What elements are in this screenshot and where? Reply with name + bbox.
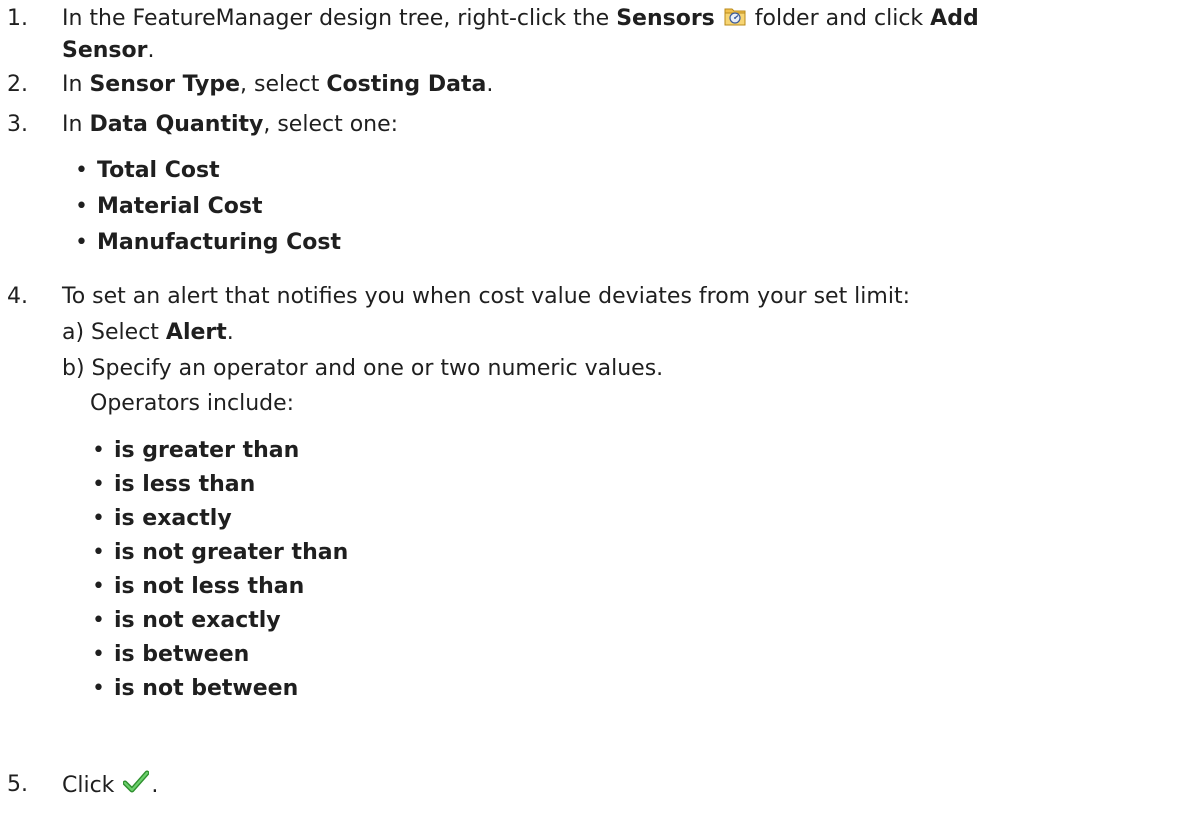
operator-label: is not greater than [114, 540, 349, 565]
operator-label: is not between [114, 676, 299, 701]
ui-term-add: Add [930, 6, 979, 31]
step-text: In the FeatureManager design tree, right… [62, 4, 1191, 66]
operators-label: Operators include: [90, 389, 294, 419]
list-item: • is not greater than [92, 540, 349, 565]
step-number: 2. [7, 72, 28, 97]
substep-b: b) Specify an operator and one or two nu… [62, 354, 663, 384]
checkmark-icon [122, 770, 150, 803]
step-text: Click . [62, 770, 1191, 803]
step-text-part: folder and click [747, 6, 931, 31]
list-item: • is not exactly [92, 608, 281, 633]
step-1: 1. In the FeatureManager design tree, ri… [0, 4, 1191, 64]
step-text-part: . [147, 38, 155, 63]
step-number: 1. [7, 6, 28, 31]
substep-text: . [226, 320, 234, 345]
step-text: In Data Quantity, select one: [62, 110, 1191, 140]
operator-label: is not less than [114, 574, 305, 599]
list-item: • Manufacturing Cost [75, 230, 342, 255]
list-item: • is between [92, 642, 250, 667]
list-item: • Total Cost [75, 158, 220, 183]
step-number: 3. [7, 112, 28, 137]
ui-term-sensor-type: Sensor Type [89, 72, 240, 97]
step-text-part: In the FeatureManager design tree, right… [62, 6, 617, 31]
option-label: Manufacturing Cost [97, 230, 342, 255]
step-text-part: In [62, 112, 90, 137]
list-item: • is not less than [92, 574, 305, 599]
step-text-part: Click [62, 773, 122, 798]
operator-label: is not exactly [114, 608, 281, 633]
step-number: 4. [7, 284, 28, 309]
label-text: Operators include: [90, 391, 295, 416]
operator-label: is less than [114, 472, 256, 497]
option-label: Material Cost [97, 194, 263, 219]
step-text: In Sensor Type, select Costing Data. [62, 70, 1191, 100]
step-3: 3. In Data Quantity, select one: [0, 110, 1191, 140]
list-item: • is less than [92, 472, 256, 497]
step-4: 4. To set an alert that notifies you whe… [0, 282, 1191, 312]
ui-term-sensors: Sensors [616, 6, 715, 31]
operator-label: is exactly [114, 506, 232, 531]
list-item: • is greater than [92, 438, 300, 463]
help-page: 1. In the FeatureManager design tree, ri… [0, 0, 1201, 826]
list-item: • Material Cost [75, 194, 263, 219]
list-item: • is not between [92, 676, 299, 701]
step-text: To set an alert that notifies you when c… [62, 284, 910, 309]
step-text-part: . [151, 773, 159, 798]
substep-text: a) Select [62, 320, 166, 345]
operator-label: is greater than [114, 438, 300, 463]
ui-term-data-quantity: Data Quantity [89, 112, 264, 137]
ui-term-alert: Alert [165, 320, 227, 345]
substep-a: a) Select Alert. [62, 318, 234, 348]
step-5: 5. Click . [0, 770, 1191, 806]
operator-label: is between [114, 642, 250, 667]
step-number: 5. [7, 772, 28, 797]
ui-term-sensor: Sensor [62, 38, 148, 63]
step-text-part: In [62, 72, 90, 97]
sensors-folder-icon [724, 5, 746, 36]
ui-term-costing-data: Costing Data [326, 72, 487, 97]
step-text-part: , select one: [263, 112, 399, 137]
step-2: 2. In Sensor Type, select Costing Data. [0, 70, 1191, 100]
option-label: Total Cost [97, 158, 220, 183]
substep-text: b) Specify an operator and one or two nu… [62, 356, 664, 381]
step-text-part: . [486, 72, 494, 97]
list-item: • is exactly [92, 506, 232, 531]
step-text-part: , select [240, 72, 327, 97]
